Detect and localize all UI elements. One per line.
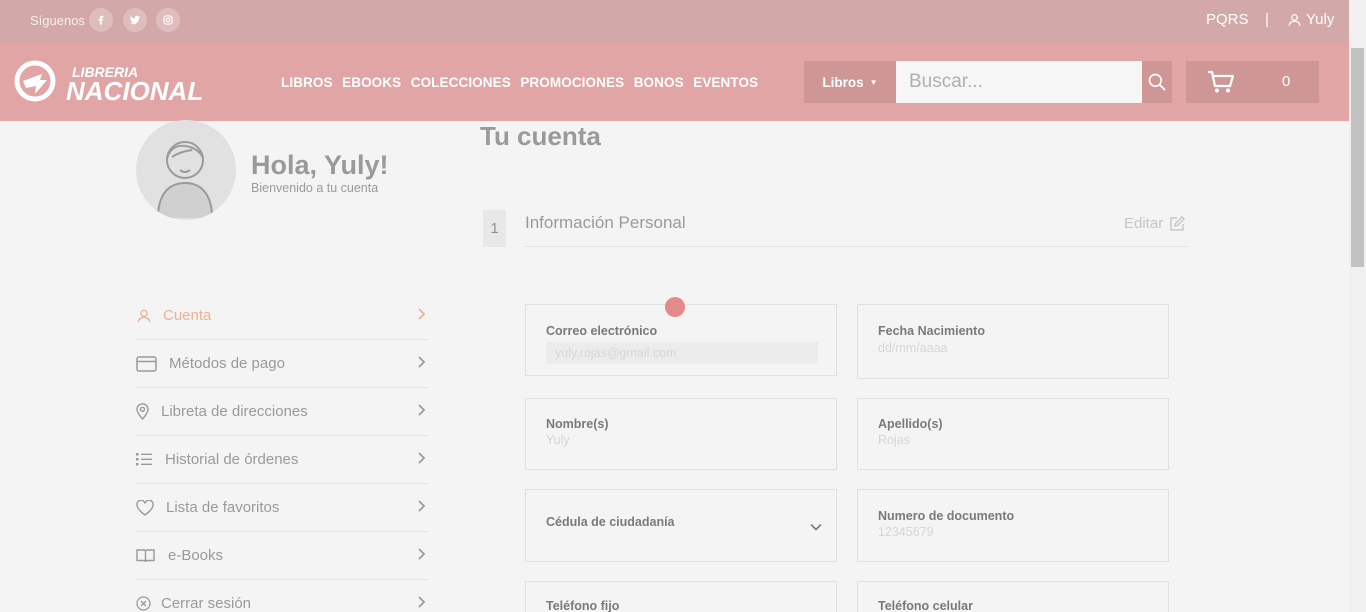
last-name-value: Rojas (878, 433, 910, 447)
sidebar-item-direcciones[interactable]: Libreta de direcciones (136, 388, 428, 436)
sidebar-item-label: Cuenta (163, 307, 212, 324)
book-icon (136, 545, 168, 567)
search-button[interactable] (1142, 61, 1172, 103)
sidebar-item-historial[interactable]: Historial de órdenes (136, 436, 428, 484)
avatar (136, 120, 236, 220)
sidebar-item-label: Lista de favoritos (166, 499, 280, 516)
separator: | (1265, 11, 1269, 28)
document-number-field[interactable]: Numero de documento 12345679 (857, 489, 1169, 562)
edit-button[interactable]: Editar (1124, 215, 1186, 232)
sidebar-item-label: Historial de órdenes (165, 451, 299, 468)
document-type-select[interactable]: Cédula de ciudadanía (525, 489, 837, 562)
search-category-value: Libros (822, 74, 864, 90)
chevron-right-icon (416, 451, 426, 469)
welcome-text: Bienvenido a tu cuenta (251, 181, 379, 195)
instagram-icon[interactable] (156, 8, 180, 32)
sidebar-item-label: Cerrar sesión (161, 595, 252, 612)
edit-icon (1170, 215, 1186, 231)
step-number: 1 (483, 210, 506, 247)
cart-count: 0 (1282, 73, 1291, 90)
search-category-select[interactable]: Libros ▼ (804, 61, 896, 103)
chevron-right-icon (416, 307, 426, 325)
chevron-right-icon (416, 355, 426, 373)
email-label: Correo electrónico (546, 324, 658, 338)
section-divider (525, 246, 1189, 247)
user-icon (1288, 13, 1301, 26)
avatar-icon (157, 141, 213, 219)
email-value: yuly.rojas@gmail.com (555, 346, 677, 360)
menu-promociones[interactable]: PROMOCIONES (520, 75, 624, 90)
section-title: Información Personal (525, 213, 686, 232)
map-pin-icon (136, 401, 161, 423)
birth-date-label: Fecha Nacimiento (878, 324, 985, 338)
chevron-down-icon (810, 518, 822, 536)
chevron-right-icon (416, 595, 426, 612)
cart-icon (1208, 70, 1235, 93)
mobile-label: Teléfono celular (878, 599, 973, 612)
pqrs-link[interactable]: PQRS (1206, 11, 1249, 28)
menu-libros[interactable]: LIBROS (281, 75, 333, 90)
chevron-right-icon (416, 403, 426, 421)
scrollbar-thumb[interactable] (1351, 48, 1364, 267)
cursor-indicator (665, 297, 685, 317)
search-icon (1148, 73, 1166, 91)
first-name-field[interactable]: Nombre(s) Yuly (525, 398, 837, 470)
document-type-value: Cédula de ciudadanía (546, 515, 675, 529)
user-icon (136, 305, 158, 327)
twitter-icon[interactable] (123, 8, 147, 32)
cart-button[interactable] (1186, 61, 1319, 103)
top-strip: Síguenos PQRS | Yuly (0, 0, 1349, 42)
sidebar-item-label: Libreta de direcciones (161, 403, 308, 420)
main-menu: LIBROS EBOOKS COLECCIONES PROMOCIONES BO… (281, 75, 768, 90)
list-icon (136, 449, 165, 471)
site-logo[interactable]: LIBRERIA NACIONAL (14, 60, 216, 106)
heart-icon (136, 497, 166, 519)
last-name-field[interactable]: Apellido(s) Rojas (857, 398, 1169, 470)
sidebar-item-favoritos[interactable]: Lista de favoritos (136, 484, 428, 532)
sidebar-item-label: Métodos de pago (169, 355, 285, 372)
search-input[interactable] (896, 61, 1142, 103)
user-account-link[interactable]: Yuly (1287, 11, 1334, 28)
user-name: Yuly (1306, 11, 1335, 28)
sidebar-item-cerrar-sesion[interactable]: Cerrar sesión (136, 580, 428, 612)
edit-label: Editar (1124, 215, 1164, 232)
chevron-right-icon (416, 547, 426, 565)
credit-card-icon (136, 353, 169, 375)
last-name-label: Apellido(s) (878, 417, 943, 431)
sidebar-item-cuenta[interactable]: Cuenta (136, 292, 428, 340)
close-circle-icon (136, 593, 161, 612)
mobile-field[interactable]: Teléfono celular (857, 581, 1169, 612)
document-number-value: 12345679 (878, 525, 934, 539)
first-name-label: Nombre(s) (546, 417, 609, 431)
facebook-icon[interactable] (89, 8, 113, 32)
phone-label: Teléfono fijo (546, 599, 620, 612)
sidebar-item-ebooks[interactable]: e-Books (136, 532, 428, 580)
birth-date-placeholder: dd/mm/aaaa (878, 341, 948, 355)
follow-us-label: Síguenos (30, 13, 85, 28)
phone-field[interactable]: Teléfono fijo (525, 581, 837, 612)
caret-down-icon: ▼ (869, 77, 878, 87)
menu-bonos[interactable]: BONOS (634, 75, 684, 90)
svg-text:NACIONAL: NACIONAL (66, 76, 203, 102)
birth-date-field[interactable]: Fecha Nacimiento dd/mm/aaaa (857, 304, 1169, 379)
sidebar-item-metodos-pago[interactable]: Métodos de pago (136, 340, 428, 388)
document-number-label: Numero de documento (878, 509, 1015, 523)
greeting-title: Hola, Yuly! (251, 150, 389, 180)
sidebar-item-label: e-Books (168, 547, 224, 564)
menu-ebooks[interactable]: EBOOKS (342, 75, 401, 90)
chevron-right-icon (416, 499, 426, 517)
menu-colecciones[interactable]: COLECCIONES (411, 75, 511, 90)
main-navbar: LIBRERIA NACIONAL LIBROS EBOOKS COLECCIO… (0, 42, 1349, 121)
first-name-value: Yuly (546, 433, 570, 447)
menu-eventos[interactable]: EVENTOS (693, 75, 758, 90)
logo-icon: LIBRERIA NACIONAL (14, 60, 203, 106)
page-title: Tu cuenta (480, 121, 601, 151)
